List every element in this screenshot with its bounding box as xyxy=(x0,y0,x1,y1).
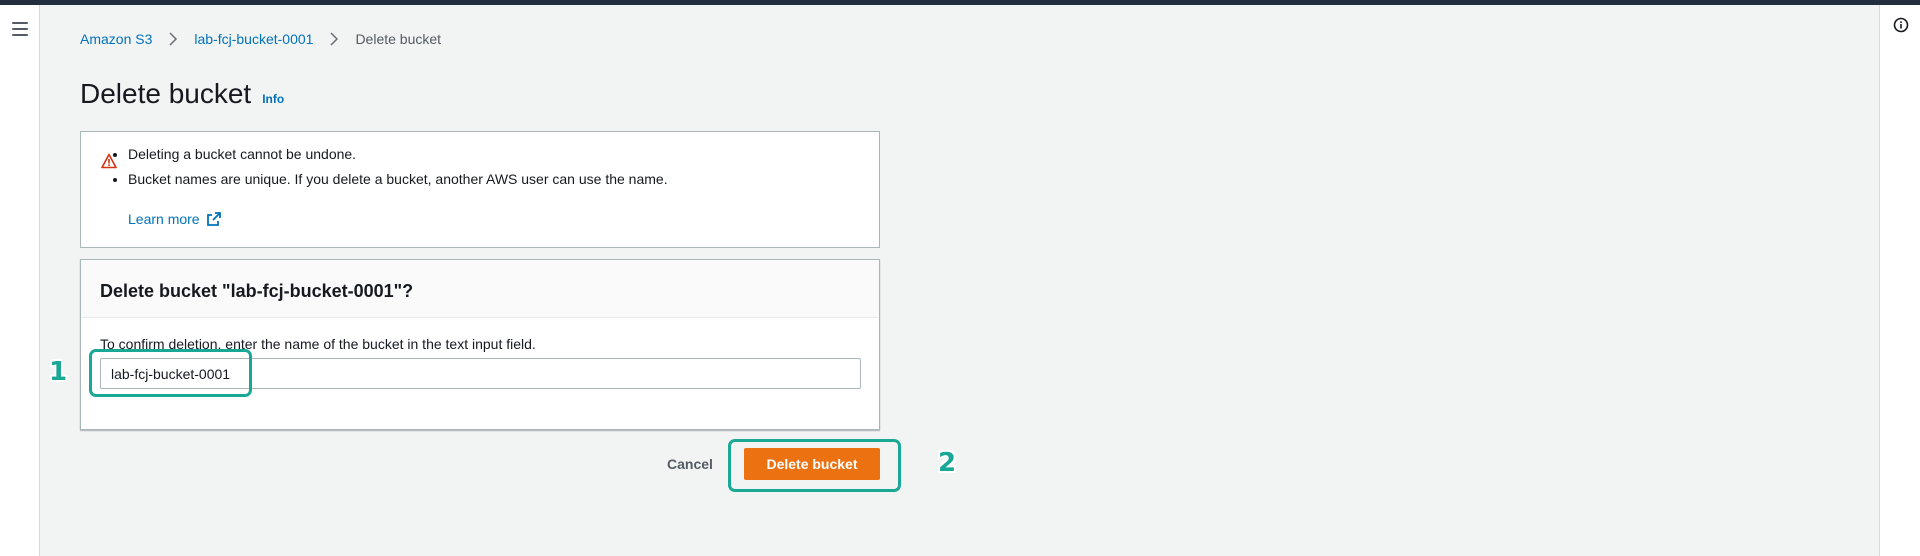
learn-more-link[interactable]: Learn more xyxy=(128,211,222,227)
card-header: Delete bucket "lab-fcj-bucket-0001"? xyxy=(81,260,879,318)
tools-rail xyxy=(1879,5,1920,556)
bucket-name-input[interactable] xyxy=(100,358,861,389)
navigation-rail xyxy=(0,5,40,556)
external-link-icon xyxy=(206,212,221,226)
hamburger-menu-icon[interactable] xyxy=(12,22,28,36)
warning-item: Deleting a bucket cannot be undone. xyxy=(128,146,668,163)
learn-more-label: Learn more xyxy=(128,211,200,227)
info-link[interactable]: Info xyxy=(262,92,284,106)
confirm-instructions: To confirm deletion, enter the name of t… xyxy=(100,336,536,352)
top-navigation-strip xyxy=(0,0,1920,5)
confirm-heading: Delete bucket "lab-fcj-bucket-0001"? xyxy=(100,281,414,301)
step2-number: 2 xyxy=(938,448,957,478)
breadcrumb: Amazon S3 lab-fcj-bucket-0001 Delete buc… xyxy=(80,31,441,47)
delete-bucket-button[interactable]: Delete bucket xyxy=(744,448,880,480)
chevron-right-icon xyxy=(162,31,184,47)
warning-alert: Deleting a bucket cannot be undone. Buck… xyxy=(80,131,880,248)
breadcrumb-current: Delete bucket xyxy=(355,31,442,47)
chevron-right-icon xyxy=(323,31,345,47)
page-header: Delete bucket Info xyxy=(80,78,284,110)
warning-list: Deleting a bucket cannot be undone. Buck… xyxy=(111,146,668,196)
breadcrumb-amazon-s3[interactable]: Amazon S3 xyxy=(80,31,152,47)
page-title: Delete bucket xyxy=(80,78,252,109)
step1-number: 1 xyxy=(49,357,68,387)
breadcrumb-bucket[interactable]: lab-fcj-bucket-0001 xyxy=(194,31,313,47)
cancel-button[interactable]: Cancel xyxy=(660,452,720,476)
warning-item: Bucket names are unique. If you delete a… xyxy=(128,171,668,188)
info-circle-icon[interactable] xyxy=(1893,17,1909,33)
confirm-delete-card: Delete bucket "lab-fcj-bucket-0001"? To … xyxy=(80,259,880,430)
